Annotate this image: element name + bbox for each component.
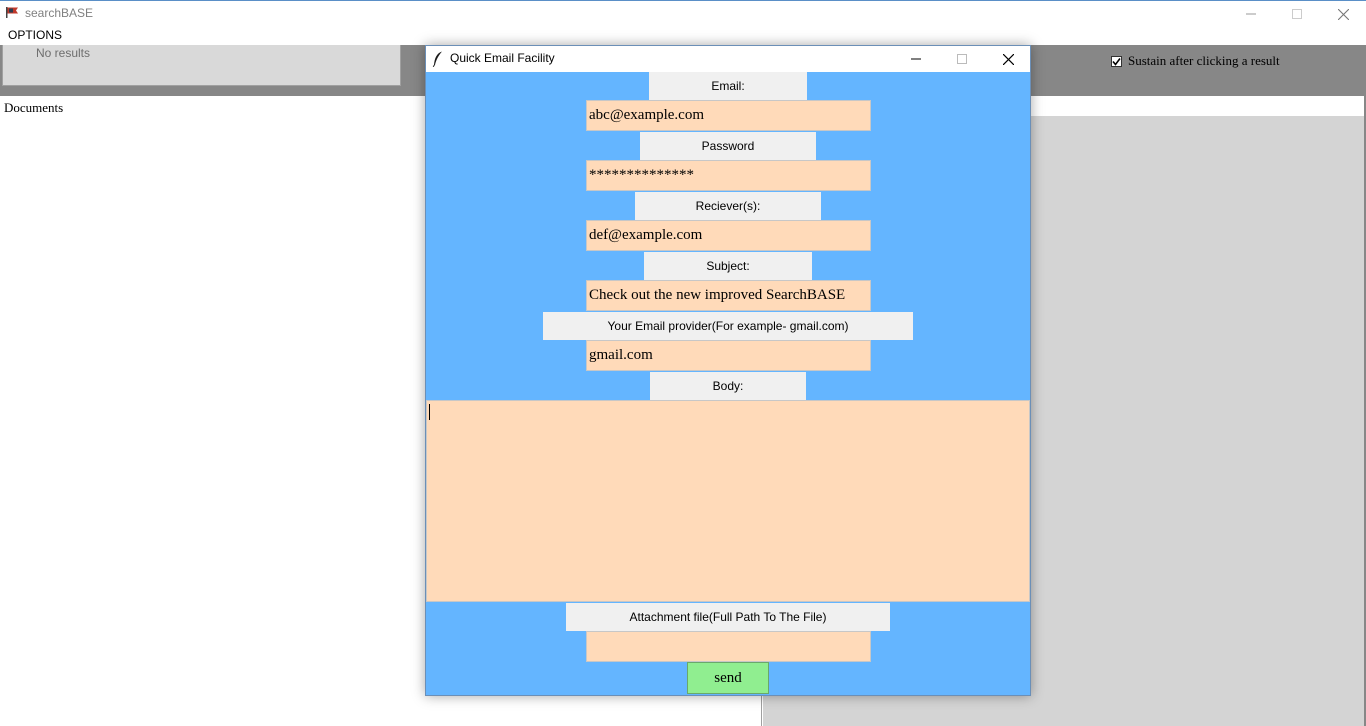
quick-email-dialog: Quick Email Facility Email: abc@example.…	[425, 45, 1031, 696]
minimize-icon	[1246, 13, 1256, 15]
main-titlebar: searchBASE	[0, 0, 1366, 26]
email-field[interactable]: abc@example.com	[586, 100, 871, 131]
flag-icon	[6, 7, 18, 18]
main-close-button[interactable]	[1320, 1, 1366, 27]
checkmark-icon	[1112, 57, 1121, 66]
receivers-field[interactable]: def@example.com	[586, 220, 871, 251]
dialog-minimize-button[interactable]	[893, 46, 939, 72]
feather-icon	[432, 51, 442, 67]
documents-label: Documents	[4, 100, 64, 115]
email-label: Email:	[649, 72, 807, 100]
sustain-checkbox[interactable]: Sustain after clicking a result	[1111, 53, 1280, 69]
password-field[interactable]: **************	[586, 160, 871, 191]
maximize-icon	[1292, 9, 1302, 19]
dialog-title: Quick Email Facility	[450, 51, 555, 65]
maximize-icon	[957, 54, 967, 64]
send-button[interactable]: send	[687, 662, 769, 694]
menu-bar: OPTIONS	[0, 26, 1366, 45]
provider-label: Your Email provider(For example- gmail.c…	[543, 312, 913, 340]
attachment-field[interactable]	[586, 631, 871, 662]
results-status: No results	[36, 46, 91, 60]
text-caret	[429, 404, 430, 420]
main-window-title: searchBASE	[25, 6, 94, 20]
body-textarea[interactable]	[426, 400, 1030, 602]
minimize-icon	[911, 58, 921, 60]
provider-field[interactable]: gmail.com	[586, 340, 871, 371]
close-icon	[1002, 53, 1014, 65]
attachment-label: Attachment file(Full Path To The File)	[566, 603, 890, 631]
sustain-label: Sustain after clicking a result	[1128, 53, 1280, 68]
dialog-titlebar[interactable]: Quick Email Facility	[426, 46, 1030, 72]
receivers-label: Reciever(s):	[635, 192, 821, 220]
password-label: Password	[640, 132, 816, 160]
main-maximize-button[interactable]	[1274, 1, 1320, 27]
dialog-close-button[interactable]	[985, 46, 1031, 72]
main-minimize-button[interactable]	[1228, 1, 1274, 27]
dialog-maximize-button[interactable]	[939, 46, 985, 72]
menu-options[interactable]: OPTIONS	[8, 28, 62, 42]
subject-field[interactable]: Check out the new improved SearchBASE	[586, 280, 871, 311]
checkbox-icon[interactable]	[1111, 55, 1122, 67]
subject-label: Subject:	[644, 252, 812, 280]
close-icon	[1337, 8, 1349, 20]
results-box[interactable]: No results	[2, 45, 401, 86]
body-label: Body:	[650, 372, 806, 400]
